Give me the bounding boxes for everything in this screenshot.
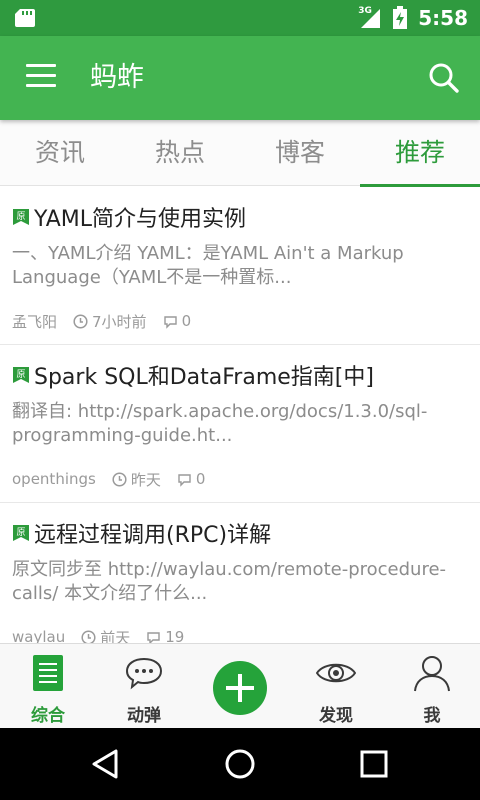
article-author: 孟飞阳	[12, 312, 58, 331]
sd-card-icon	[15, 9, 35, 27]
person-icon	[414, 656, 450, 692]
category-tabs: 资讯 热点 博客 推荐	[0, 120, 480, 187]
list-item[interactable]: 原 Spark SQL和DataFrame指南[中] 翻译自: http://s…	[0, 345, 480, 503]
bottom-navigation: 综合 动弹 发现 我	[0, 643, 480, 728]
nav-item-me[interactable]: 我	[384, 644, 480, 729]
nav-label-overview: 综合	[31, 706, 65, 726]
article-time-group: 前天	[81, 627, 131, 644]
article-time: 昨天	[130, 470, 161, 489]
nav-label-tweets: 动弹	[127, 706, 161, 726]
home-icon[interactable]	[222, 746, 258, 782]
nav-label-discover: 发现	[319, 706, 353, 726]
list-item[interactable]: 原 YAML简介与使用实例 一、YAML介绍 YAML：是YAML Ain't …	[0, 187, 480, 345]
nav-item-discover[interactable]: 发现	[288, 644, 384, 729]
comment-icon	[178, 473, 191, 487]
article-time-group: 昨天	[112, 469, 161, 490]
recents-icon[interactable]	[356, 746, 392, 782]
article-time: 前天	[100, 628, 131, 644]
clock-icon	[81, 629, 96, 643]
article-time-group: 7小时前	[73, 311, 147, 332]
article-title: Spark SQL和DataFrame指南[中]	[34, 365, 374, 390]
article-summary: 原文同步至 http://waylau.com/remote-procedure…	[12, 559, 447, 604]
clock-time: 5:58	[418, 6, 468, 30]
article-meta: waylau 前天 19	[12, 627, 200, 643]
signal-icon: 3G	[356, 6, 382, 29]
list-item[interactable]: 原 远程过程调用(RPC)详解 原文同步至 http://waylau.com/…	[0, 503, 480, 643]
article-author: openthings	[12, 470, 96, 488]
article-comments-group: 19	[146, 628, 184, 643]
menu-icon-bar	[26, 64, 56, 67]
article-time: 7小时前	[92, 312, 147, 331]
original-badge-text: 原	[16, 211, 25, 222]
eye-icon	[316, 663, 356, 683]
comment-icon	[147, 631, 160, 643]
original-badge-icon: 原	[13, 209, 29, 225]
article-title-row: 原 远程过程调用(RPC)详解	[12, 517, 271, 549]
article-comments-group: 0	[177, 470, 206, 488]
original-badge-icon: 原	[13, 525, 29, 541]
app-bar: 蚂蚱	[0, 36, 480, 120]
chat-bubble-icon	[125, 657, 163, 690]
original-badge-text: 原	[16, 369, 25, 380]
menu-icon-bar	[26, 74, 56, 77]
tab-blog[interactable]: 博客	[240, 120, 360, 186]
article-comment-count: 0	[181, 312, 192, 330]
article-list[interactable]: 原 YAML简介与使用实例 一、YAML介绍 YAML：是YAML Ain't …	[0, 187, 480, 643]
article-comment-count: 0	[195, 470, 206, 488]
article-meta: openthings 昨天 0	[12, 469, 221, 489]
original-badge-text: 原	[16, 527, 25, 538]
article-title-row: 原 YAML简介与使用实例	[12, 201, 246, 233]
original-badge-icon: 原	[13, 367, 29, 383]
back-icon[interactable]	[88, 746, 124, 782]
tab-recommend[interactable]: 推荐	[360, 120, 480, 187]
system-navigation-bar	[0, 728, 480, 800]
nav-label-me: 我	[423, 706, 441, 726]
document-icon	[33, 655, 63, 691]
app-title: 蚂蚱	[90, 62, 144, 93]
comment-icon	[163, 315, 177, 329]
nav-item-tweets[interactable]: 动弹	[96, 644, 192, 729]
article-title: YAML简介与使用实例	[34, 207, 247, 232]
search-icon[interactable]	[428, 62, 460, 94]
article-comment-count: 19	[165, 628, 185, 643]
battery-charging-icon	[393, 6, 408, 29]
tab-hot[interactable]: 热点	[120, 120, 240, 186]
plus-icon[interactable]	[213, 661, 267, 715]
article-summary: 翻译自: http://spark.apache.org/docs/1.3.0/…	[12, 401, 428, 446]
article-meta: 孟飞阳 7小时前 0	[12, 311, 207, 331]
tab-news[interactable]: 资讯	[0, 120, 120, 186]
clock-icon	[73, 313, 88, 329]
article-title-row: 原 Spark SQL和DataFrame指南[中]	[12, 359, 374, 391]
article-title: 远程过程调用(RPC)详解	[34, 523, 272, 548]
article-author: waylau	[12, 628, 66, 643]
status-bar: 3G 5:58	[0, 0, 480, 36]
clock-icon	[112, 471, 127, 487]
nav-item-overview[interactable]: 综合	[0, 644, 96, 729]
menu-button[interactable]	[26, 64, 56, 90]
article-comments-group: 0	[163, 312, 192, 330]
menu-icon-bar	[26, 84, 56, 87]
article-summary: 一、YAML介绍 YAML：是YAML Ain't a Markup Langu…	[12, 243, 404, 288]
